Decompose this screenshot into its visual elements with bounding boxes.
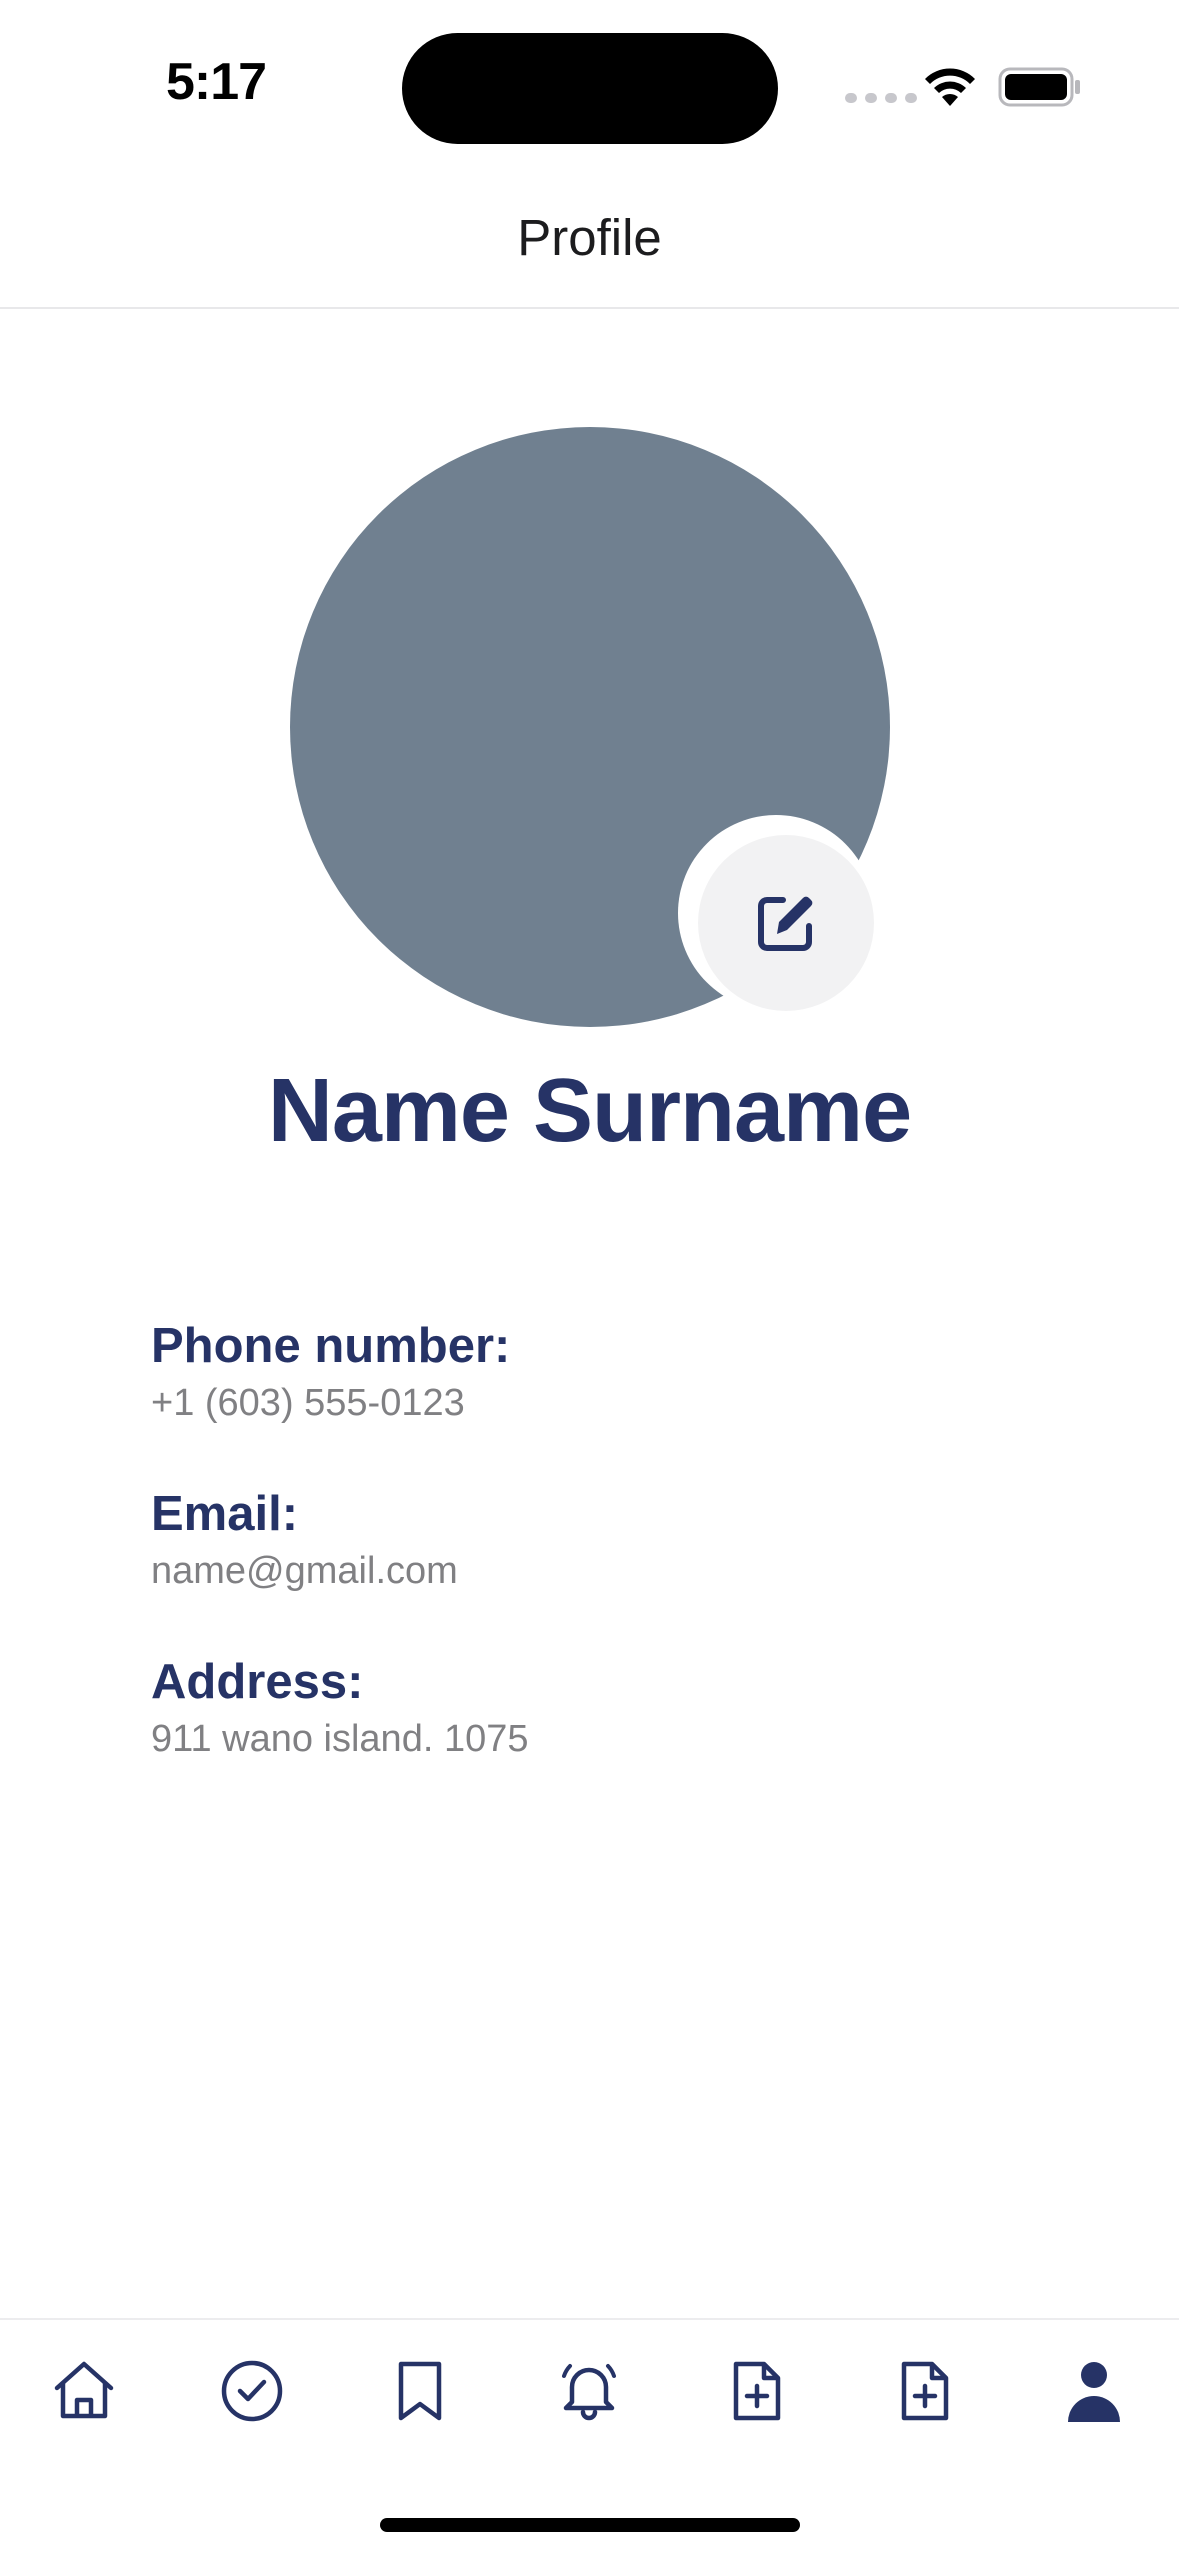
address-section: Address: 911 wano island. 1075: [151, 1652, 528, 1764]
tab-new-document-2[interactable]: [889, 2355, 961, 2427]
tab-home[interactable]: [48, 2355, 120, 2427]
profile-name: Name Surname: [267, 1061, 912, 1161]
home-icon: [54, 2361, 114, 2419]
header-divider: [0, 307, 1179, 309]
tab-new-document[interactable]: [721, 2355, 793, 2427]
phone-section: Phone number: +1 (603) 555-0123: [151, 1316, 510, 1428]
check-circle-icon: [221, 2360, 283, 2422]
bell-icon: [562, 2364, 616, 2421]
tab-bar-divider: [0, 2318, 1179, 2320]
user-icon: [1068, 2362, 1120, 2422]
tab-bookmarks[interactable]: [384, 2355, 456, 2427]
document-add-icon: [733, 2361, 781, 2421]
edit-avatar-button[interactable]: [698, 835, 874, 1011]
battery-icon: [998, 67, 1080, 107]
tab-notifications[interactable]: [553, 2355, 625, 2427]
pencil-square-icon: [758, 896, 813, 951]
cellular-signal-icon: [845, 93, 917, 103]
page-title: Profile: [517, 209, 662, 266]
bookmark-icon: [398, 2361, 442, 2421]
phone-value: +1 (603) 555-0123: [151, 1382, 465, 1424]
tab-tasks[interactable]: [216, 2355, 288, 2427]
email-value: name@gmail.com: [151, 1550, 458, 1592]
profile-screen: 5:17 Profile Name Surname Phone number: …: [0, 0, 1179, 2556]
email-label: Email:: [151, 1487, 299, 1541]
wifi-icon: [925, 68, 975, 106]
document-add-icon: [901, 2361, 949, 2421]
phone-label: Phone number:: [151, 1319, 511, 1373]
email-section: Email: name@gmail.com: [151, 1484, 458, 1596]
status-time: 5:17: [166, 53, 267, 111]
tab-profile[interactable]: [1058, 2355, 1130, 2427]
address-value: 911 wano island. 1075: [151, 1718, 529, 1760]
home-indicator[interactable]: [380, 2518, 800, 2532]
address-label: Address:: [151, 1655, 364, 1709]
dynamic-island: [402, 33, 778, 144]
